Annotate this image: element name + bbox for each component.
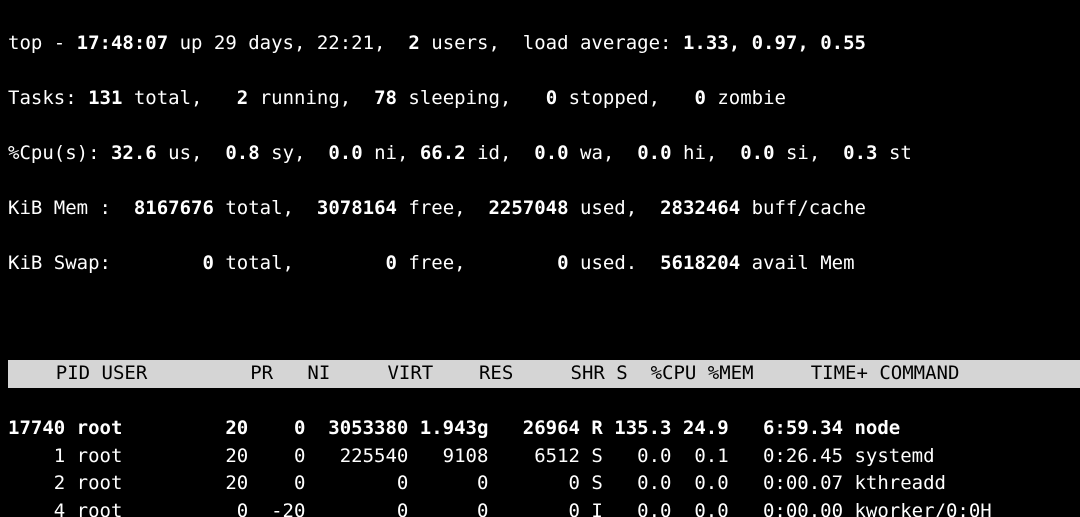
label: running,	[248, 87, 374, 109]
label: buff/cache	[740, 197, 866, 219]
label: KiB Swap:	[8, 252, 202, 274]
summary-line-3: %Cpu(s): 32.6 us, 0.8 sy, 0.0 ni, 66.2 i…	[8, 140, 1072, 168]
cpu-us: 32.6	[111, 142, 157, 164]
label: top -	[8, 32, 77, 54]
label: up 29 days, 22:21,	[168, 32, 408, 54]
label: free,	[397, 197, 489, 219]
process-header: PID USER PR NI VIRT RES SHR S %CPU %MEM …	[8, 360, 1080, 388]
label: st	[878, 142, 912, 164]
blank-line	[8, 305, 1072, 333]
label: used.	[569, 252, 661, 274]
load-average: 1.33, 0.97, 0.55	[683, 32, 866, 54]
swap-used: 0	[557, 252, 568, 274]
tasks-total: 131	[88, 87, 122, 109]
cpu-sy: 0.8	[225, 142, 259, 164]
label: sleeping,	[397, 87, 546, 109]
cpu-ni: 0.0	[328, 142, 362, 164]
time: 17:48:07	[77, 32, 169, 54]
label: wa,	[569, 142, 638, 164]
label: sy,	[260, 142, 329, 164]
label: total,	[214, 197, 317, 219]
cpu-si: 0.0	[740, 142, 774, 164]
table-row[interactable]: 1 root 20 0 225540 9108 6512 S 0.0 0.1 0…	[8, 443, 1072, 471]
mem-used: 2257048	[488, 197, 568, 219]
users-count: 2	[408, 32, 419, 54]
mem-buff: 2832464	[660, 197, 740, 219]
label: zombie	[706, 87, 786, 109]
cpu-id: 66.2	[420, 142, 466, 164]
label: hi,	[672, 142, 741, 164]
label: Tasks:	[8, 87, 88, 109]
label: id,	[466, 142, 535, 164]
label: total,	[122, 87, 236, 109]
process-header-row: PID USER PR NI VIRT RES SHR S %CPU %MEM …	[8, 360, 1072, 388]
tasks-stopped: 0	[546, 87, 557, 109]
tasks-zombie: 0	[694, 87, 705, 109]
top-terminal: top - 17:48:07 up 29 days, 22:21, 2 user…	[0, 0, 1080, 517]
label: us,	[157, 142, 226, 164]
label: ni,	[363, 142, 420, 164]
cpu-st: 0.3	[843, 142, 877, 164]
label: avail Mem	[740, 252, 866, 274]
label: free,	[397, 252, 557, 274]
table-row[interactable]: 2 root 20 0 0 0 0 S 0.0 0.0 0:00.07 kthr…	[8, 470, 1072, 498]
summary-line-4: KiB Mem : 8167676 total, 3078164 free, 2…	[8, 195, 1072, 223]
tasks-sleeping: 78	[374, 87, 397, 109]
label: si,	[775, 142, 844, 164]
mem-avail: 5618204	[660, 252, 740, 274]
summary-line-2: Tasks: 131 total, 2 running, 78 sleeping…	[8, 85, 1072, 113]
label: used,	[569, 197, 661, 219]
label: stopped,	[557, 87, 694, 109]
mem-total: 8167676	[134, 197, 214, 219]
label: total,	[214, 252, 386, 274]
mem-free: 3078164	[317, 197, 397, 219]
label: users, load average:	[420, 32, 683, 54]
swap-total: 0	[202, 252, 213, 274]
cpu-wa: 0.0	[534, 142, 568, 164]
summary-line-1: top - 17:48:07 up 29 days, 22:21, 2 user…	[8, 30, 1072, 58]
tasks-running: 2	[237, 87, 248, 109]
swap-free: 0	[386, 252, 397, 274]
table-row[interactable]: 4 root 0 -20 0 0 0 I 0.0 0.0 0:00.00 kwo…	[8, 498, 1072, 517]
label: %Cpu(s):	[8, 142, 111, 164]
label: KiB Mem :	[8, 197, 134, 219]
cpu-hi: 0.0	[637, 142, 671, 164]
summary-line-5: KiB Swap: 0 total, 0 free, 0 used. 56182…	[8, 250, 1072, 278]
process-list[interactable]: 17740 root 20 0 3053380 1.943g 26964 R 1…	[8, 415, 1072, 517]
table-row[interactable]: 17740 root 20 0 3053380 1.943g 26964 R 1…	[8, 415, 1072, 443]
